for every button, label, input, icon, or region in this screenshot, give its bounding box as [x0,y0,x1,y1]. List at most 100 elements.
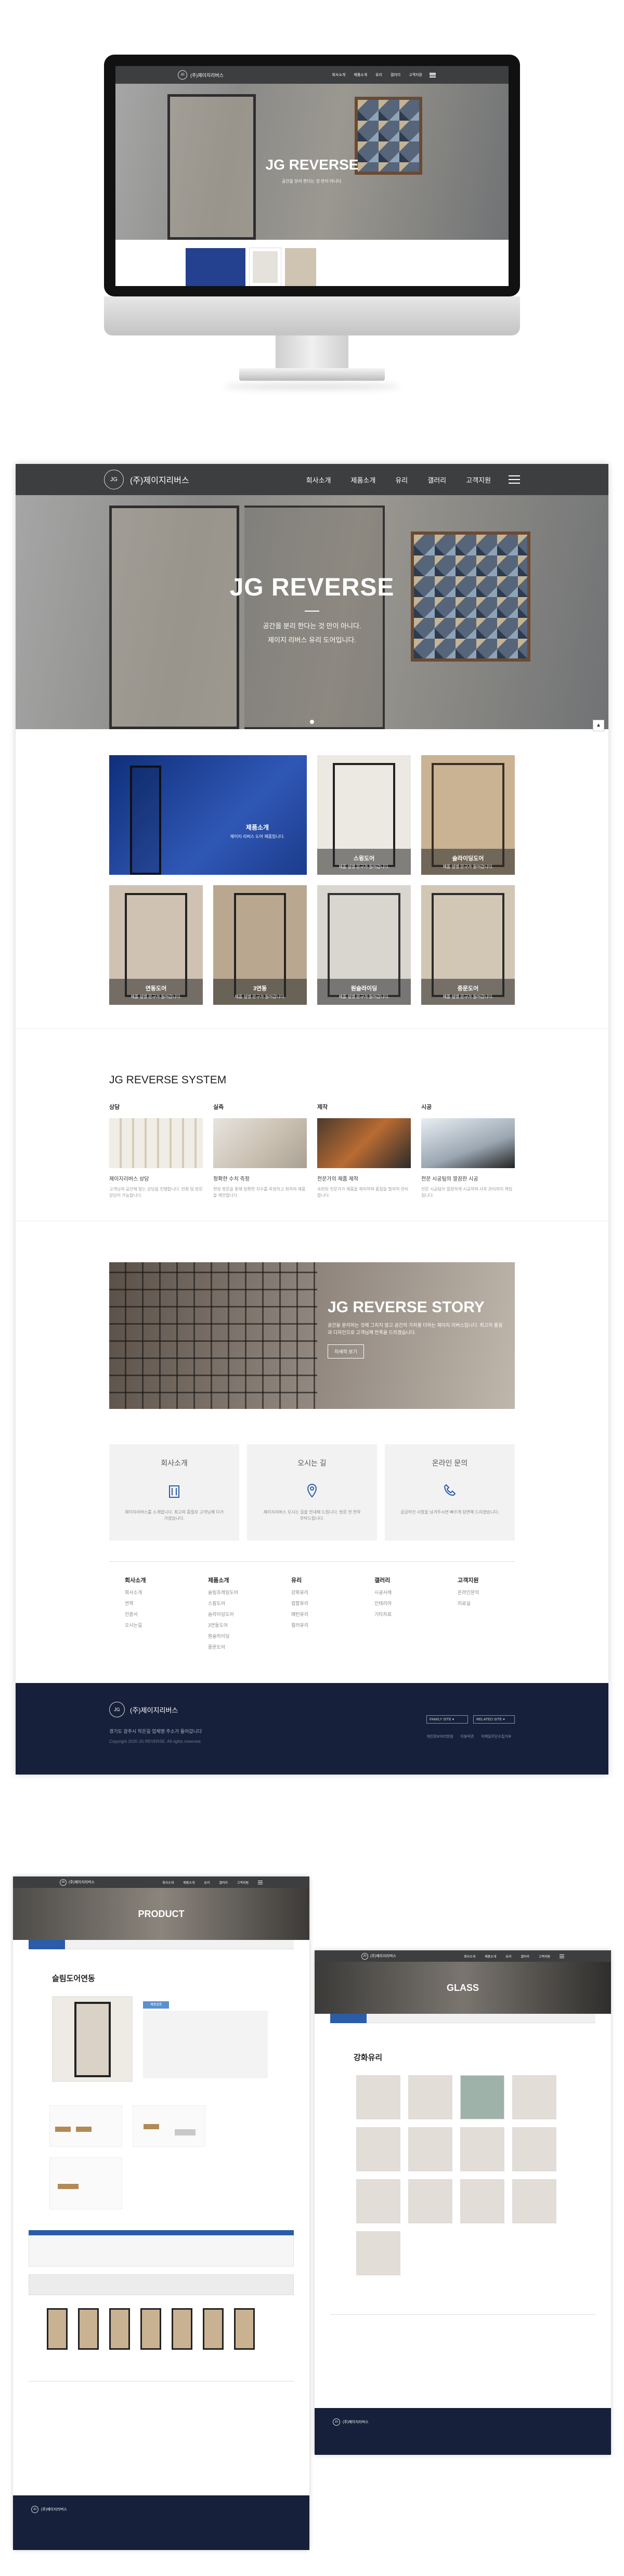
sitemap-link[interactable]: 스윙도어 [208,1600,238,1607]
family-site-select[interactable]: FAMILY SITE ▾ [426,1715,468,1724]
sitemap-link[interactable]: 기타자료 [374,1611,392,1617]
product-tile[interactable]: 중문도어 제품 설명 문구가 들어갑니다. [421,885,515,1005]
brand-name[interactable]: (주)제이지리버스 [41,2507,67,2512]
sitemap-link[interactable]: 강화유리 [291,1589,308,1596]
nav-item[interactable]: 회사소개 [464,1954,475,1959]
sitemap-link[interactable]: 연혁 [125,1600,146,1607]
sitemap-link[interactable]: 시공사례 [374,1589,392,1596]
menu-icon[interactable] [560,1954,564,1958]
nav-item[interactable]: 갤러리 [521,1954,529,1959]
sitemap-link[interactable]: 온라인문의 [458,1589,479,1596]
nav-item[interactable]: 제품소개 [354,72,367,77]
sitemap-link[interactable]: 중문도어 [208,1643,238,1650]
nav-item[interactable]: 갤러리 [219,1880,228,1885]
sitemap-heading[interactable]: 고객지원 [458,1576,479,1584]
sitemap-link[interactable]: 접합유리 [291,1600,308,1607]
glass-thumb[interactable] [356,2127,400,2171]
brand-name[interactable]: (주)제이지리버스 [370,1953,396,1959]
monitor-mockup: JG (주)제이지리버스 회사소개 제품소개 유리 갤러리 고객지원 JG RE… [104,55,520,398]
nav-item[interactable]: 제품소개 [183,1880,194,1885]
glass-thumb[interactable] [460,2179,504,2223]
product-tile-main[interactable]: 제품소개 제이지 리버스 도어 제품입니다. [109,755,307,875]
sitemap-heading[interactable]: 유리 [291,1576,308,1584]
system-title: JG REVERSE SYSTEM [109,1074,227,1086]
copyright: Copyright 2020 JG REVERSE. All rights re… [109,1739,202,1744]
related-site-select[interactable]: RELATED SITE ▾ [473,1715,515,1724]
menu-icon[interactable] [258,1880,263,1884]
tile-title: 제품소개 [245,824,269,831]
sitemap-link[interactable]: 컬러유리 [291,1622,308,1628]
nav-item[interactable]: 고객지원 [237,1880,249,1885]
story-button[interactable]: 자세히 보기 [328,1344,364,1358]
product-tile[interactable]: 원슬라이딩 제품 설명 문구가 들어갑니다. [317,885,411,1005]
sitemap-link[interactable]: 인증서 [125,1611,146,1617]
tile-title: 연동도어 [145,986,167,992]
nav-item[interactable]: 유리 [204,1880,210,1885]
footer-link[interactable]: 이용약관 [461,1734,474,1739]
sitemap-link[interactable]: 원슬라이딩 [208,1633,238,1639]
footer-link[interactable]: 이메일무단수집거부 [481,1734,511,1739]
brand-name[interactable]: (주)제이지리버스 [190,72,224,79]
nav-item[interactable]: 고객지원 [466,475,491,485]
sitemap-link[interactable]: 자료실 [458,1600,479,1607]
glass-thumb[interactable] [356,2075,400,2119]
nav-item[interactable]: 제품소개 [351,475,376,485]
menu-icon[interactable] [430,72,436,77]
nav-item[interactable]: 유리 [505,1954,511,1959]
sitemap-link[interactable]: 슬림프레임도어 [208,1589,238,1596]
tile-title: 원슬라이딩 [350,986,378,992]
info-card[interactable]: 온라인 문의 궁금하신 사항을 남겨주시면 빠르게 답변해 드리겠습니다. [385,1444,515,1541]
glass-thumb[interactable] [512,2179,556,2223]
hero-dot[interactable] [310,720,314,724]
glass-thumb[interactable] [408,2179,452,2223]
nav-item[interactable]: 회사소개 [306,475,331,485]
product-tile[interactable]: 연동도어 제품 설명 문구가 들어갑니다. [109,885,203,1005]
nav-item[interactable]: 고객지원 [539,1954,550,1959]
sitemap-heading[interactable]: 갤러리 [374,1576,392,1584]
glass-thumb[interactable] [356,2179,400,2223]
logo-icon: JG [178,70,187,80]
tab-description[interactable]: 제품설명 [143,2001,169,2009]
glass-thumb[interactable] [408,2075,452,2119]
sitemap-heading[interactable]: 제품소개 [208,1576,238,1584]
nav-item[interactable]: 회사소개 [332,72,345,77]
info-card[interactable]: 회사소개 제이지리버스를 소개합니다. 최고의 품질로 고객님께 다가가겠습니다… [109,1444,239,1541]
glass-thumb[interactable] [460,2127,504,2171]
glass-thumb[interactable] [356,2231,400,2275]
sitemap-col: 갤러리 시공사례 인테리어 기타자료 [374,1576,392,1622]
info-card[interactable]: 오시는 길 제이지리버스 오시는 길을 안내해 드립니다. 방문 전 연락 부탁… [247,1444,377,1541]
nav-item[interactable]: 유리 [395,475,408,485]
product-tile[interactable]: 슬라이딩도어 제품 설명 문구가 들어갑니다. [421,755,515,875]
company-address: 경기도 광주시 작은길 업체명 주소가 들어갑니다 [109,1729,202,1734]
sitemap-heading[interactable]: 회사소개 [125,1576,146,1584]
sitemap-link[interactable]: 슬라이딩도어 [208,1611,238,1617]
sitemap-link[interactable]: 인테리어 [374,1600,392,1607]
menu-icon[interactable] [509,475,520,484]
nav-item[interactable]: 갤러리 [391,72,400,77]
logo-icon: JG [60,1879,67,1886]
brand-name[interactable]: (주)제이지리버스 [130,473,189,486]
nav-item[interactable]: 고객지원 [409,72,422,77]
footer-link[interactable]: 개인정보처리방침 [426,1734,453,1739]
nav-item[interactable]: 유리 [375,72,382,77]
sitemap-link[interactable]: 3연동도어 [208,1622,238,1628]
nav-item[interactable]: 갤러리 [427,475,446,485]
sitemap-link[interactable]: 오시는길 [125,1622,146,1628]
nav-item[interactable]: 제품소개 [485,1954,496,1959]
product-tile[interactable]: 스윙도어 제품 설명 문구가 들어갑니다. [317,755,411,875]
glass-thumb[interactable] [512,2127,556,2171]
sitemap-link[interactable]: 회사소개 [125,1589,146,1596]
nav-item[interactable]: 회사소개 [162,1880,174,1885]
system-heading: 전문가의 제품 제작 [317,1176,359,1182]
glass-thumb[interactable] [512,2075,556,2119]
scroll-top-button[interactable]: ▲ [593,720,604,731]
product-tile[interactable]: 3연동 제품 설명 문구가 들어갑니다. [213,885,307,1005]
brand-name[interactable]: (주)제이지리버스 [69,1880,95,1885]
glass-page: JG (주)제이지리버스 회사소개 제품소개 유리 갤러리 고객지원 GLASS… [315,1950,611,2455]
brand-name[interactable]: (주)제이지리버스 [343,2419,369,2425]
sitemap-link[interactable]: 패턴유리 [291,1611,308,1617]
system-label: 실측 [213,1104,224,1110]
glass-thumb[interactable] [460,2075,504,2119]
glass-thumb[interactable] [408,2127,452,2171]
brand-name[interactable]: (주)제이지리버스 [130,1705,178,1715]
